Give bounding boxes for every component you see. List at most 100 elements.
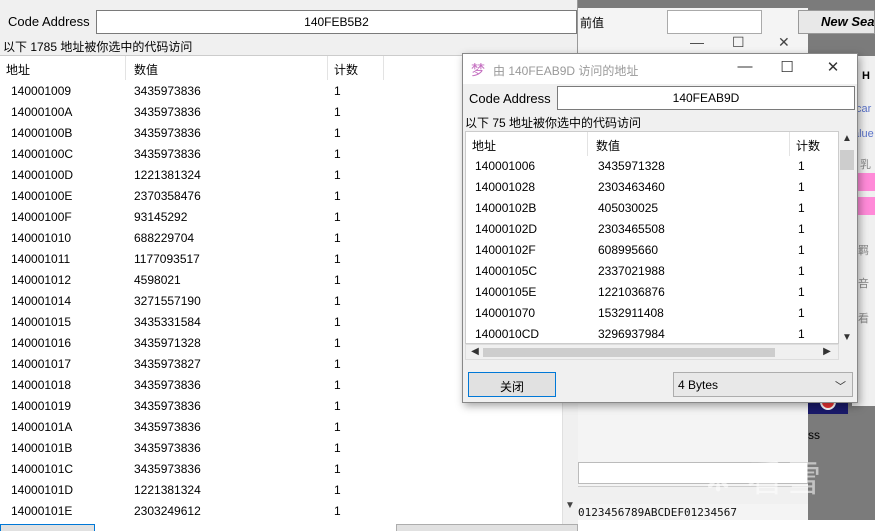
count-cell: 1 [798,180,805,194]
table-row[interactable]: 14000105C 2337021988 1 [466,261,838,282]
value-cell: 3435971328 [598,159,665,173]
side-fragment: 咅 [858,278,869,290]
column-header-value[interactable]: 数值 [590,132,790,156]
value-input[interactable] [667,10,762,34]
watermark-logo: ❋ 看雪 [703,458,824,499]
table-row[interactable]: 14000102B 405030025 1 [466,198,838,219]
value-cell: 2303463460 [598,180,665,194]
count-cell: 1 [334,147,341,161]
value-cell: 2303249612 [134,504,201,518]
bottom-button[interactable] [0,524,95,531]
value-cell: 3435331584 [134,315,201,329]
hex-header: 0123456789ABCDEF01234567 [578,506,737,519]
address-cell: 14000100D [11,168,74,182]
value-cell: 3435973836 [134,378,201,392]
table-row[interactable]: 140001070 1532911408 1 [466,303,838,324]
value-cell: 3296937984 [598,327,665,341]
count-cell: 1 [334,399,341,413]
table-row[interactable]: 14000101E 2303249612 1 [0,501,562,522]
column-header-count[interactable]: 计数 [328,56,384,80]
count-cell: 1 [334,441,341,455]
count-cell: 1 [334,273,341,287]
count-cell: 1 [334,126,341,140]
table-row[interactable]: 140001006 3435971328 1 [466,156,838,177]
code-address-field[interactable]: 140FEAB9D [557,86,855,110]
value-cell: 3435973836 [134,105,201,119]
address-cell: 14000100C [11,147,74,161]
maximize-icon[interactable]: ☐ [767,58,807,80]
scroll-thumb[interactable] [840,150,854,170]
count-cell: 1 [334,189,341,203]
maximize-icon[interactable]: ☐ [732,34,745,51]
table-row[interactable]: 14000102D 2303465508 1 [466,219,838,240]
chevron-down-icon[interactable]: ﹀ [835,378,846,394]
count-cell: 1 [334,294,341,308]
address-cell: 140001018 [11,378,72,392]
address-cell: 14000105E [475,285,537,299]
address-cell: 140001015 [11,315,72,329]
column-header-value[interactable]: 数值 [128,56,328,80]
value-cell: 2370358476 [134,189,201,203]
side-fragment: 羁 [858,245,869,257]
value-cell: 2337021988 [598,264,665,278]
address-cell: 14000100F [11,210,72,224]
count-cell: 1 [334,504,341,518]
side-fragment: 看 [858,313,869,325]
scroll-down-icon[interactable]: ▼ [562,500,578,514]
value-cell: 1221036876 [598,285,665,299]
bottom-button[interactable] [396,524,578,531]
address-cell: 14000101D [11,483,74,497]
address-cell: 14000101B [11,441,73,455]
value-cell: 3435973836 [134,84,201,98]
minimize-icon[interactable]: — [690,34,704,50]
count-cell: 1 [334,231,341,245]
table-row[interactable]: 14000105E 1221036876 1 [466,282,838,303]
access-summary: 以下 1785 地址被你选中的代码访问 [3,40,193,54]
table-row[interactable]: 14000101B 3435973836 1 [0,438,562,459]
close-button[interactable]: 关闭 [468,372,556,397]
table-row[interactable]: 1400010CD 3296937984 1 [466,324,838,343]
address-cell: 14000105C [475,264,538,278]
table-row[interactable]: 14000102F 608995660 1 [466,240,838,261]
table-row[interactable]: 14000101C 3435973836 1 [0,459,562,480]
count-cell: 1 [798,327,805,341]
table-row[interactable]: 14000101D 1221381324 1 [0,480,562,501]
count-cell: 1 [798,201,805,215]
count-cell: 1 [334,84,341,98]
column-header-address[interactable]: 地址 [466,132,588,156]
pink-highlight [857,197,875,215]
column-header-address[interactable]: 地址 [0,56,126,80]
scroll-thumb[interactable] [483,348,775,357]
value-cell: 2303465508 [598,222,665,236]
address-cell: 14000102B [475,201,537,215]
scroll-left-icon[interactable]: ◀ [467,346,483,357]
count-cell: 1 [334,420,341,434]
count-cell: 1 [334,105,341,119]
side-fragment: 乳 [860,159,871,171]
close-icon[interactable]: ✕ [778,34,790,51]
value-cell: 3435973836 [134,441,201,455]
pink-highlight [857,173,875,191]
value-cell: 3435973836 [134,126,201,140]
size-select[interactable]: 4 Bytes [673,372,853,397]
column-header-count[interactable]: 计数 [790,132,838,156]
access-summary: 以下 75 地址被你选中的代码访问 [465,116,642,130]
count-cell: 1 [334,462,341,476]
table-row[interactable]: 14000101A 3435973836 1 [0,417,562,438]
close-icon[interactable]: ✕ [813,58,853,80]
value-cell: 3435973836 [134,462,201,476]
table-row[interactable]: 140001028 2303463460 1 [466,177,838,198]
minimize-icon[interactable]: — [725,58,765,80]
address-cell: 14000101A [11,420,73,434]
address-cell: 140001014 [11,294,72,308]
address-cell: 14000100B [11,126,73,140]
code-address-field[interactable]: 140FEB5B2 [96,10,577,34]
code-address-label: Code Address [469,91,551,106]
count-cell: 1 [798,306,805,320]
scroll-down-icon[interactable]: ▼ [839,332,855,343]
scroll-right-icon[interactable]: ▶ [819,346,835,357]
scroll-up-icon[interactable]: ▲ [839,133,855,144]
new-search-button[interactable]: New Sea [798,10,875,34]
count-cell: 1 [798,159,805,173]
address-list[interactable]: 地址 数值 计数 140001006 3435971328 1 140001028 23… [465,131,839,344]
